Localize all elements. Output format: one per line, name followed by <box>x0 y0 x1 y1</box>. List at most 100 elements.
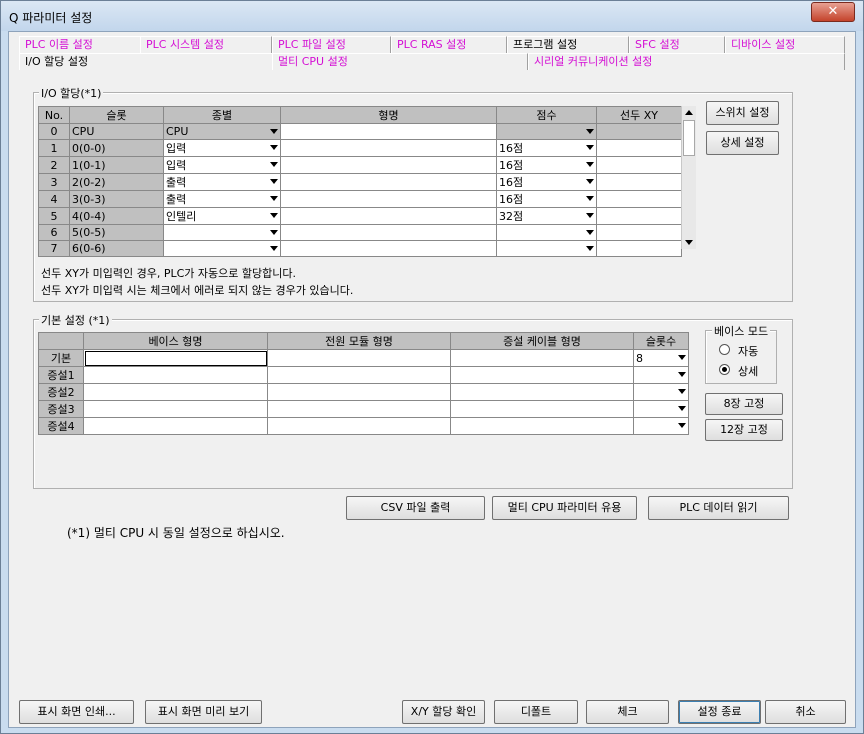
slot-count-select[interactable] <box>633 417 689 435</box>
tab-io-assign[interactable]: I/O 할당 설정 <box>19 53 273 70</box>
multi-cpu-param-button[interactable]: 멀티 CPU 파라미터 유용 <box>492 496 637 520</box>
fix-12-button[interactable]: 12장 고정 <box>705 419 783 441</box>
slot-count-select[interactable] <box>633 383 689 401</box>
plc-read-button[interactable]: PLC 데이터 읽기 <box>648 496 789 520</box>
type-select[interactable]: 입력 <box>163 139 281 157</box>
chevron-down-icon <box>586 213 594 218</box>
slot-count-select[interactable]: 8 <box>633 349 689 367</box>
tab-plc-ras[interactable]: PLC RAS 설정 <box>391 36 507 53</box>
model-input[interactable] <box>280 156 497 174</box>
xy-assign-check-button[interactable]: X/Y 할당 확인 <box>402 700 485 724</box>
tab-plc-file[interactable]: PLC 파일 설정 <box>272 36 391 53</box>
type-select[interactable] <box>163 240 281 257</box>
model-input[interactable] <box>280 139 497 157</box>
start-xy-input[interactable] <box>596 156 682 174</box>
slot-count-select[interactable] <box>633 400 689 418</box>
default-button[interactable]: 디폴트 <box>494 700 578 724</box>
csv-export-button[interactable]: CSV 파일 출력 <box>346 496 485 520</box>
start-xy-input[interactable] <box>596 240 682 257</box>
switch-setting-button[interactable]: 스위치 설정 <box>706 101 779 125</box>
power-module-input[interactable] <box>267 366 451 384</box>
model-input[interactable] <box>280 207 497 225</box>
table-row: 7 6(0-6) <box>38 240 682 257</box>
row-label: 증설4 <box>38 417 84 435</box>
base-model-input[interactable] <box>83 366 268 384</box>
model-input[interactable] <box>280 240 497 257</box>
dialog-window: Q 파라미터 설정 ✕ PLC 이름 설정 PLC 시스템 설정 PLC 파일 … <box>0 0 864 734</box>
tab-plc-system[interactable]: PLC 시스템 설정 <box>140 36 272 53</box>
check-button[interactable]: 체크 <box>586 700 669 724</box>
type-select[interactable]: 입력 <box>163 156 281 174</box>
start-xy-input[interactable] <box>596 123 682 140</box>
points-select[interactable]: 16점 <box>496 156 597 174</box>
type-select[interactable]: 출력 <box>163 190 281 208</box>
type-select[interactable] <box>163 224 281 241</box>
slot-count-select[interactable] <box>633 366 689 384</box>
radio-auto-label[interactable]: 자동 <box>738 343 758 359</box>
fix-8-button[interactable]: 8장 고정 <box>705 393 783 415</box>
points-select[interactable]: 16점 <box>496 173 597 191</box>
base-model-input[interactable] <box>83 349 268 367</box>
points-select[interactable]: 16점 <box>496 139 597 157</box>
table-row: 1 0(0-0) 입력 16점 <box>38 139 682 157</box>
power-module-input[interactable] <box>267 417 451 435</box>
points-select[interactable]: 32점 <box>496 207 597 225</box>
radio-detail[interactable] <box>719 364 730 375</box>
footnote: (*1) 멀티 CPU 시 동일 설정으로 하십시오. <box>67 526 285 540</box>
tab-program[interactable]: 프로그램 설정 <box>507 36 629 53</box>
finish-setting-button[interactable]: 설정 종료 <box>678 700 761 724</box>
detail-setting-button[interactable]: 상세 설정 <box>706 131 779 155</box>
type-value: 출력 <box>166 176 187 189</box>
model-input[interactable] <box>280 123 497 140</box>
points-select[interactable]: 16점 <box>496 190 597 208</box>
power-module-input[interactable] <box>267 383 451 401</box>
model-input[interactable] <box>280 224 497 241</box>
cancel-button[interactable]: 취소 <box>765 700 846 724</box>
base-model-input[interactable] <box>83 400 268 418</box>
tab-serial-comm[interactable]: 시리얼 커뮤니케이션 설정 <box>528 53 845 70</box>
points-select[interactable] <box>496 123 597 140</box>
start-xy-input[interactable] <box>596 224 682 241</box>
scroll-up-icon[interactable] <box>685 110 693 115</box>
scroll-thumb[interactable] <box>683 120 695 156</box>
type-select[interactable]: CPU <box>163 123 281 140</box>
model-input[interactable] <box>280 173 497 191</box>
row-no: 6 <box>38 224 70 241</box>
power-module-input[interactable] <box>267 349 451 367</box>
col-no: No. <box>38 106 70 124</box>
start-xy-input[interactable] <box>596 139 682 157</box>
col-type: 종별 <box>163 106 281 124</box>
start-xy-input[interactable] <box>596 173 682 191</box>
tab-multi-cpu[interactable]: 멀티 CPU 설정 <box>272 53 528 70</box>
ext-cable-input[interactable] <box>450 366 634 384</box>
start-xy-input[interactable] <box>596 190 682 208</box>
points-select[interactable] <box>496 240 597 257</box>
slot-cell: 3(0-3) <box>69 190 164 208</box>
ext-cable-input[interactable] <box>450 383 634 401</box>
row-label: 증설2 <box>38 383 84 401</box>
preview-button[interactable]: 표시 화면 미리 보기 <box>145 700 262 724</box>
row-no: 2 <box>38 156 70 174</box>
ext-cable-input[interactable] <box>450 349 634 367</box>
ext-cable-input[interactable] <box>450 417 634 435</box>
type-value: 입력 <box>166 142 187 155</box>
io-table-scrollbar[interactable] <box>681 106 696 249</box>
points-select[interactable] <box>496 224 597 241</box>
print-button[interactable]: 표시 화면 인쇄... <box>19 700 134 724</box>
close-button[interactable]: ✕ <box>811 2 855 22</box>
tab-plc-name[interactable]: PLC 이름 설정 <box>19 36 141 53</box>
ext-cable-input[interactable] <box>450 400 634 418</box>
type-select[interactable]: 출력 <box>163 173 281 191</box>
tab-device[interactable]: 디바이스 설정 <box>725 36 845 53</box>
slot-cell: 2(0-2) <box>69 173 164 191</box>
base-model-input[interactable] <box>83 417 268 435</box>
radio-detail-label[interactable]: 상세 <box>738 363 758 379</box>
radio-auto[interactable] <box>719 344 730 355</box>
tab-sfc[interactable]: SFC 설정 <box>629 36 725 53</box>
start-xy-input[interactable] <box>596 207 682 225</box>
scroll-down-icon[interactable] <box>685 240 693 245</box>
base-model-input[interactable] <box>83 383 268 401</box>
power-module-input[interactable] <box>267 400 451 418</box>
type-select[interactable]: 인텔리 <box>163 207 281 225</box>
model-input[interactable] <box>280 190 497 208</box>
